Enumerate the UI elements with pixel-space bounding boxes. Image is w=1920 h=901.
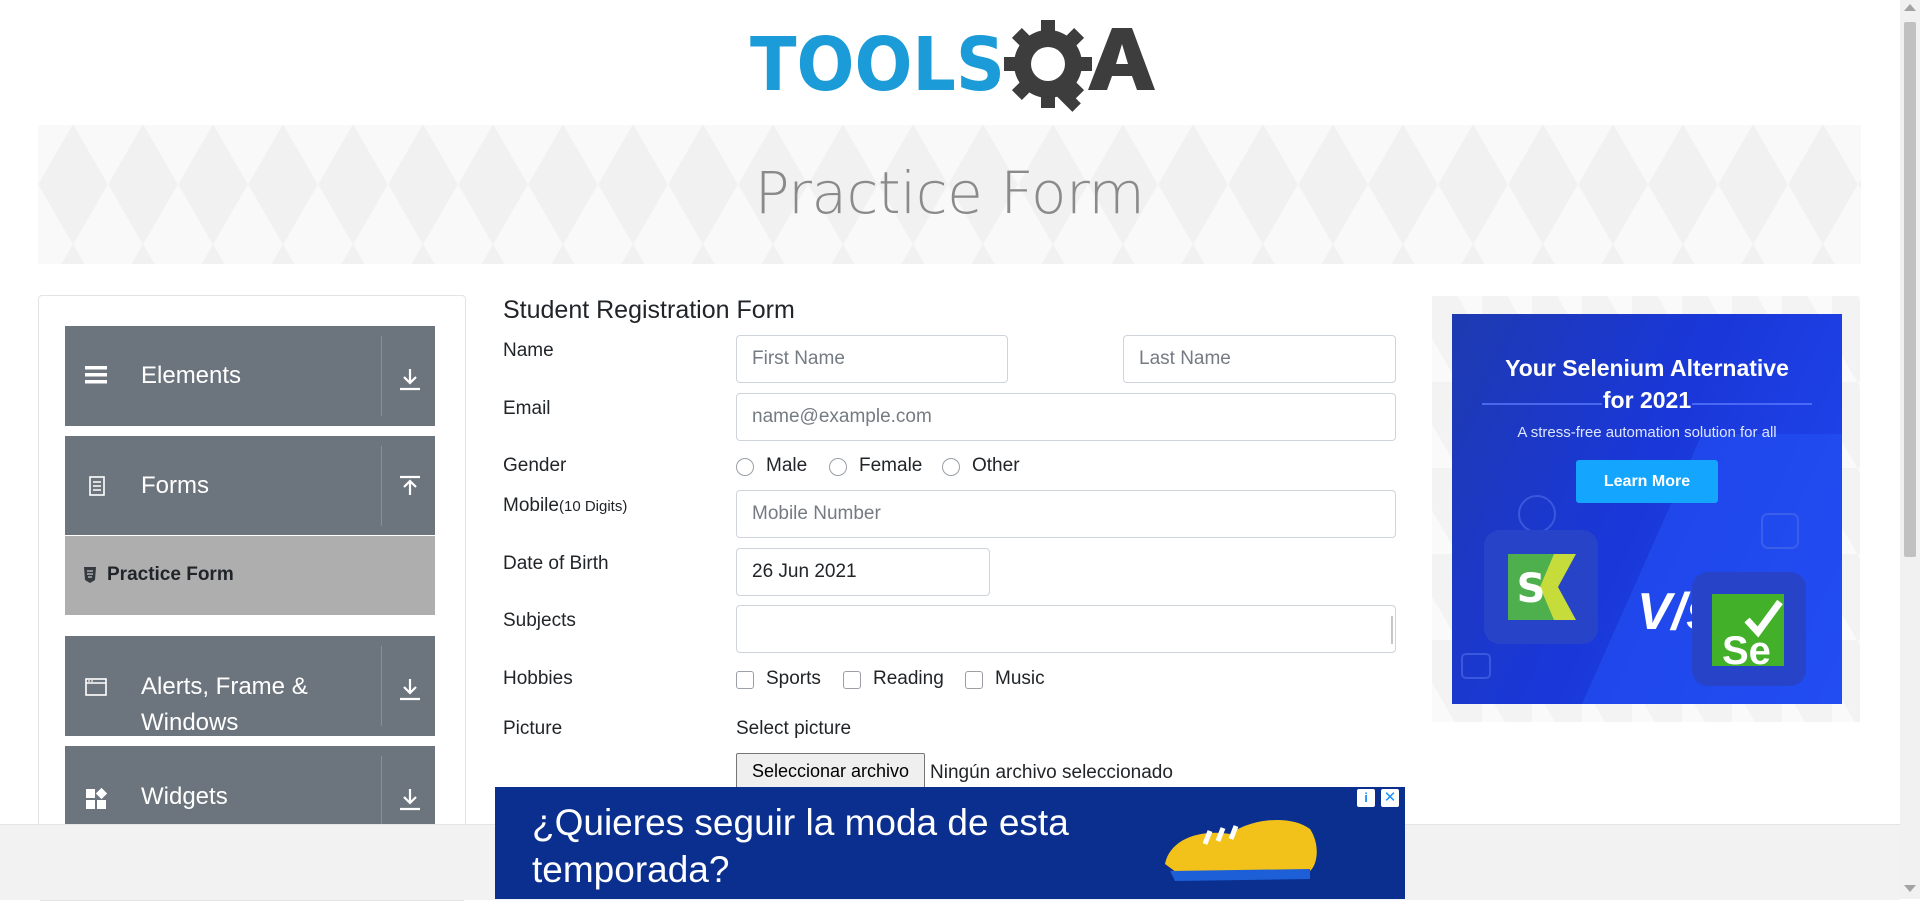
selenium-alternative-ad[interactable]: Your Selenium Alternative for 2021 A str… [1452, 314, 1842, 704]
divider [381, 446, 382, 526]
sidebar-group-label: Widgets [141, 783, 228, 810]
subjects-scroll-indicator [1391, 616, 1393, 644]
sidebar: Elements Forms Practice Form Alerts, Fra… [38, 295, 466, 901]
gender-label: Gender [503, 455, 567, 476]
download-arrow-icon [400, 679, 420, 701]
radio-label: Female [859, 455, 923, 476]
email-label: Email [503, 398, 551, 419]
sidebar-group-label: Alerts, Frame & [141, 673, 308, 700]
sidebar-group-label: Elements [141, 362, 242, 389]
download-arrow-icon [400, 789, 420, 811]
document-icon [89, 476, 105, 496]
email-input[interactable] [736, 393, 1396, 441]
divider [381, 646, 382, 726]
ad-info-icon[interactable]: i [1357, 789, 1375, 807]
subjects-label: Subjects [503, 610, 576, 631]
divider [381, 336, 382, 416]
page-scrollbar[interactable] [1900, 0, 1920, 899]
hamburger-icon [85, 366, 107, 384]
sidebar-group-forms[interactable]: Forms [65, 436, 435, 535]
sidebar-item-practice-form[interactable]: Practice Form [65, 536, 435, 615]
file-status-text: Ningún archivo seleccionado [930, 762, 1173, 783]
form-title: Student Registration Form [503, 296, 795, 324]
radio-label: Other [972, 455, 1020, 476]
ad-subtitle: A stress-free automation solution for al… [1517, 424, 1777, 441]
katalon-logo-icon: S [1484, 530, 1598, 644]
header: TOOLS [0, 0, 1900, 120]
ad-headline-line1: Your Selenium Alternative [1505, 355, 1789, 381]
bottom-ad-text: ¿Quieres seguir la moda de esta temporad… [532, 802, 1069, 890]
select-picture-label: Select picture [736, 718, 852, 739]
html5-icon [84, 567, 96, 583]
choose-file-button[interactable]: Seleccionar archivo [736, 753, 925, 789]
sidebar-group-elements[interactable]: Elements [65, 326, 435, 426]
first-name-input[interactable] [736, 335, 1008, 383]
ad-headline-line2: for 2021 [1602, 387, 1692, 413]
toolsqa-logo[interactable]: TOOLS [750, 18, 1155, 113]
sidebar-group-alerts-frame-windows[interactable]: Alerts, Frame & Windows [65, 636, 435, 736]
scroll-up-arrow-icon[interactable] [1904, 4, 1916, 11]
page-banner: Practice Form [38, 125, 1861, 264]
picture-label: Picture [503, 718, 563, 739]
upload-arrow-icon [400, 475, 420, 495]
sneaker-icon [1165, 819, 1317, 881]
checkbox[interactable] [736, 671, 754, 689]
radio-circle[interactable] [942, 458, 960, 476]
date-of-birth-input[interactable] [736, 548, 990, 596]
widgets-icon [86, 788, 107, 809]
svg-text:S: S [1517, 566, 1546, 612]
checkbox[interactable] [965, 671, 983, 689]
sidebar-group-label-line2: Windows [141, 709, 239, 736]
logo-text-tools: TOOLS [750, 22, 1005, 108]
mobile-hint: (10 Digits) [558, 498, 628, 515]
mobile-label-text: Mobile [503, 495, 559, 516]
window-icon [85, 678, 107, 696]
subjects-input[interactable] [736, 605, 1396, 653]
hobbies-label: Hobbies [503, 668, 573, 689]
checkbox[interactable] [843, 671, 861, 689]
mobile-label: Mobile(10 Digits) [503, 495, 627, 517]
page-title: Practice Form [754, 159, 1145, 227]
mobile-input[interactable] [736, 490, 1396, 538]
checkbox-label: Reading [873, 668, 944, 689]
radio-circle[interactable] [736, 458, 754, 476]
dob-label: Date of Birth [503, 553, 609, 574]
last-name-input[interactable] [1123, 335, 1396, 383]
scroll-down-arrow-icon[interactable] [1904, 885, 1916, 892]
learn-more-button[interactable]: Learn More [1576, 460, 1718, 503]
radio-circle[interactable] [829, 458, 847, 476]
name-label: Name [503, 340, 554, 361]
checkbox-label: Music [995, 668, 1045, 689]
logo-gear-icon [1004, 20, 1092, 112]
bottom-banner-ad[interactable]: ¿Quieres seguir la moda de esta temporad… [495, 787, 1405, 899]
ad-close-icon[interactable]: ✕ [1381, 789, 1399, 807]
sidebar-group-label: Forms [141, 472, 209, 499]
scroll-thumb[interactable] [1904, 22, 1916, 557]
checkbox-label: Sports [766, 668, 821, 689]
selenium-logo-text: Se [1722, 629, 1771, 673]
ad-headline: Your Selenium Alternative for 2021 [1452, 352, 1842, 416]
sidebar-item-label: Practice Form [107, 564, 234, 585]
download-arrow-icon [400, 369, 420, 391]
radio-label: Male [766, 455, 808, 476]
